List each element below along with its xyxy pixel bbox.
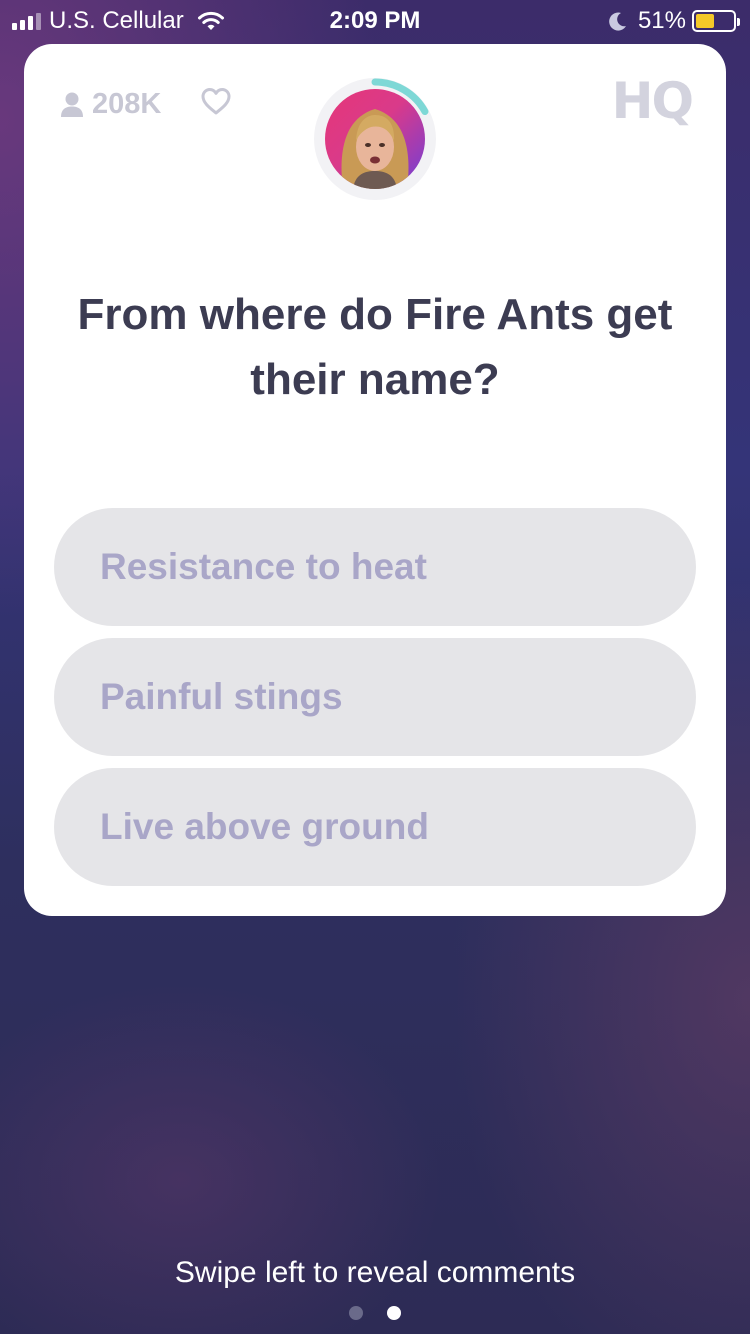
answer-option-1[interactable]: Resistance to heat: [54, 508, 696, 626]
battery-fill: [696, 14, 715, 28]
answer-option-3[interactable]: Live above ground: [54, 768, 696, 886]
swipe-hint: Swipe left to reveal comments: [174, 1256, 576, 1289]
answer-option-label: Live above ground: [100, 806, 429, 847]
timer-ring: [371, 78, 429, 116]
page-dot-2[interactable]: [387, 1306, 401, 1320]
question-card: 208K HQ From where do Fire Ants get thei…: [24, 44, 726, 916]
answer-option-2[interactable]: Painful stings: [54, 638, 696, 756]
status-right: 51%: [608, 7, 740, 35]
battery-percent: 51%: [637, 7, 686, 34]
viewer-count: 208K: [60, 88, 161, 121]
battery-icon: [692, 10, 740, 32]
page-dot-1[interactable]: [349, 1306, 363, 1320]
hq-logo: HQ: [611, 72, 694, 130]
answer-option-label: Painful stings: [100, 676, 343, 717]
answer-option-label: Resistance to heat: [100, 546, 427, 587]
viewer-count-label: 208K: [92, 88, 162, 120]
timer-ring-arc: [371, 78, 429, 116]
page-indicator[interactable]: [0, 1306, 750, 1320]
person-icon: [61, 92, 83, 117]
status-bar: U.S. Cellular 2:09 PM 51%: [0, 0, 750, 40]
moon-icon: [609, 12, 626, 31]
heart-icon[interactable]: [200, 86, 232, 116]
host-avatar: [314, 78, 436, 200]
question-text: From where do Fire Ants get their name?: [77, 290, 673, 404]
